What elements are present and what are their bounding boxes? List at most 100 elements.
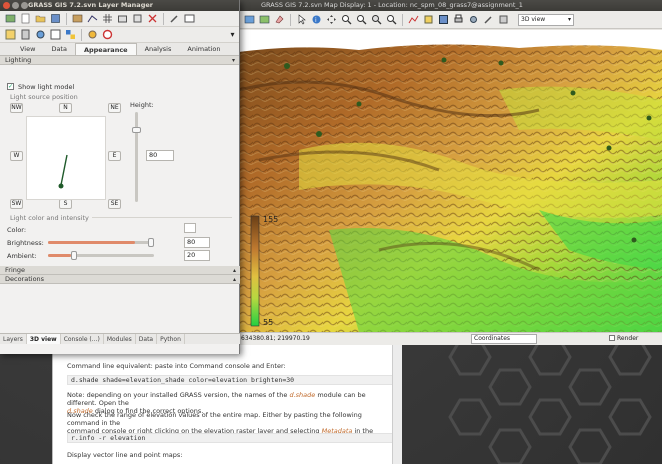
erase-icon[interactable] (273, 13, 286, 26)
direction-n-button[interactable]: N (59, 103, 72, 113)
close-icon[interactable] (3, 2, 10, 9)
layer-manager-bottom-tabs: Layers 3D view Console (...) Modules Dat… (0, 333, 240, 344)
chevron-down-icon: ▾ (567, 15, 571, 23)
lighting-section-header[interactable]: Lighting ▾ (0, 56, 239, 65)
settings-icon[interactable] (467, 13, 480, 26)
display-map-icon[interactable] (243, 13, 256, 26)
add-raster-icon[interactable] (71, 12, 84, 25)
save-image-icon[interactable] (437, 13, 450, 26)
brightness-label: Brightness: (7, 239, 44, 247)
remove-layer-icon[interactable] (146, 12, 159, 25)
ambient-slider-thumb[interactable] (71, 251, 77, 260)
layer-manager-titlebar: GRASS GIS 7.2.svn Layer Manager (0, 0, 239, 11)
tab-animation[interactable]: Animation (179, 43, 228, 55)
workspace-new-icon[interactable] (19, 12, 32, 25)
bottom-tab-modules[interactable]: Modules (104, 334, 136, 344)
tools-icon[interactable] (482, 13, 495, 26)
light-position-pad[interactable] (26, 116, 106, 200)
bottom-tab-3d-view[interactable]: 3D view (26, 334, 61, 344)
tab-analysis[interactable]: Analysis (137, 43, 180, 55)
lighting-panel: ✓ Show light model Light source position… (0, 66, 240, 271)
pointer-icon[interactable] (295, 13, 308, 26)
collapse-icon: ▾ (231, 57, 235, 64)
code-block-rinfo[interactable]: r.info -r elevation (67, 433, 393, 443)
show-light-model-checkbox[interactable]: ✓ (7, 83, 14, 90)
tutorial-paragraph-4: Display vector line and point maps: (67, 451, 183, 459)
workspace-open-icon[interactable] (34, 12, 47, 25)
bottom-tab-console[interactable]: Console (...) (61, 334, 104, 344)
decorations-section-header[interactable]: Decorations ▴ (0, 275, 240, 284)
direction-se-button[interactable]: SE (108, 199, 121, 209)
analyze-icon[interactable] (407, 13, 420, 26)
add-vector-icon[interactable] (86, 12, 99, 25)
zoom-in-icon[interactable] (340, 13, 353, 26)
light-color-picker[interactable] (184, 223, 196, 233)
add-group-icon[interactable] (116, 12, 129, 25)
direction-w-button[interactable]: W (10, 151, 23, 161)
height-slider[interactable] (135, 112, 138, 202)
direction-nw-button[interactable]: NW (10, 103, 23, 113)
maximize-icon[interactable] (21, 2, 28, 9)
overlay-icon[interactable] (422, 13, 435, 26)
height-slider-thumb[interactable] (132, 127, 141, 133)
brightness-slider[interactable] (48, 241, 154, 244)
tab-data[interactable]: Data (43, 43, 75, 55)
help-icon[interactable] (101, 28, 114, 41)
workspace-save-icon[interactable] (49, 12, 62, 25)
bottom-tab-data[interactable]: Data (136, 334, 158, 344)
code-block-dshade[interactable]: d.shade shade=elevation_shade color=elev… (67, 375, 393, 385)
render-checkbox[interactable]: Render (609, 333, 638, 345)
coordinates-readout: 634380.81; 219970.19 (241, 335, 310, 342)
pan-icon[interactable] (325, 13, 338, 26)
render-map-icon[interactable] (258, 13, 271, 26)
legend-top-label: 155 (263, 215, 278, 224)
map-display-title: GRASS GIS 7.2.svn Map Display: 1 - Locat… (239, 0, 662, 11)
bottom-tab-layers[interactable]: Layers (0, 334, 27, 344)
light-position-marker (58, 183, 64, 189)
attribute-table-icon[interactable] (183, 12, 196, 25)
georectifier-icon[interactable] (4, 28, 17, 41)
fringe-section-header[interactable]: Fringe ▴ (0, 266, 240, 275)
ambient-slider[interactable] (48, 254, 154, 257)
brightness-field[interactable]: 80 (184, 237, 210, 248)
height-field[interactable]: 80 (146, 150, 174, 161)
brightness-slider-thumb[interactable] (148, 238, 154, 247)
settings-icon[interactable] (86, 28, 99, 41)
nviz-tabs: View Data Appearance Analysis Animation (0, 43, 239, 56)
light-color-intensity-label: Light color and intensity (10, 214, 89, 222)
terrain-3d-view: 155 55 (239, 30, 662, 332)
zoom-extent-icon[interactable] (370, 13, 383, 26)
query-icon[interactable]: i (310, 13, 323, 26)
direction-e-button[interactable]: E (108, 151, 121, 161)
zoom-out-icon[interactable] (355, 13, 368, 26)
zoom-menu-icon[interactable] (385, 13, 398, 26)
new-map-display-icon[interactable] (4, 12, 17, 25)
direction-ne-button[interactable]: NE (108, 103, 121, 113)
print-icon[interactable] (452, 13, 465, 26)
statusbar-mode-select[interactable]: Coordinates (471, 334, 537, 344)
map-canvas-3d[interactable]: 155 55 (239, 30, 662, 332)
bottom-tab-python[interactable]: Python (157, 334, 185, 344)
modeler-icon[interactable] (34, 28, 47, 41)
vector-digitizer-icon[interactable] (168, 12, 181, 25)
cartographic-composer-icon[interactable] (49, 28, 62, 41)
expand-icon: ▴ (232, 267, 236, 274)
python-shell-icon[interactable] (64, 28, 77, 41)
add-overlay-icon[interactable] (131, 12, 144, 25)
tab-view[interactable]: View (12, 43, 43, 55)
elevation-legend-bar (250, 215, 260, 327)
toolbar-overflow-icon[interactable]: ▾ (226, 28, 239, 41)
dshade-link[interactable]: d.shade (289, 391, 315, 399)
minimize-icon[interactable] (12, 2, 19, 9)
tab-appearance[interactable]: Appearance (74, 43, 137, 55)
map-calculator-icon[interactable] (19, 28, 32, 41)
ambient-field[interactable]: 20 (184, 250, 210, 261)
add-grid-icon[interactable] (101, 12, 114, 25)
tutorial-paragraph-1: Command line equivalent: paste into Comm… (67, 362, 286, 370)
direction-sw-button[interactable]: SW (10, 199, 23, 209)
view-mode-select[interactable]: 3D view ▾ (518, 13, 574, 26)
map-display-window: GRASS GIS 7.2.svn Map Display: 1 - Locat… (238, 0, 662, 345)
layers-icon[interactable] (497, 13, 510, 26)
tutorial-scrollbar[interactable] (392, 345, 402, 464)
layer-manager-window: GRASS GIS 7.2.svn Layer Manager ▾ View D… (0, 0, 240, 354)
